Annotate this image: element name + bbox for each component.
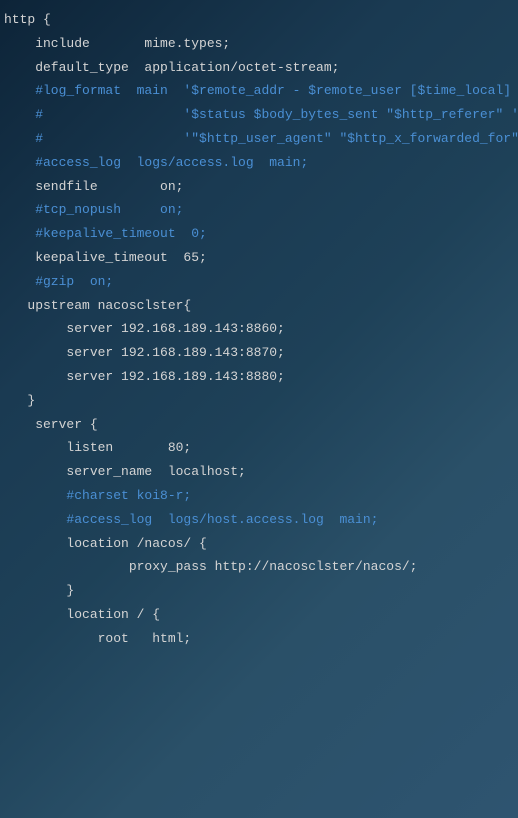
code-text: keepalive_timeout 65; [4,250,207,265]
code-line: server 192.168.189.143:8880; [0,365,518,389]
code-line: default_type application/octet-stream; [0,56,518,80]
code-line: listen 80; [0,436,518,460]
code-line: http { [0,8,518,32]
code-text: include mime.types; [4,36,230,51]
code-text: server 192.168.189.143:8870; [4,345,285,360]
code-line: server 192.168.189.143:8870; [0,341,518,365]
code-text: } [4,583,74,598]
code-text: location /nacos/ { [4,536,207,551]
nginx-config-code-block: http { include mime.types; default_type … [0,8,518,651]
code-text: server 192.168.189.143:8880; [4,369,285,384]
comment-text: #gzip on; [4,274,113,289]
code-text: proxy_pass http://nacosclster/nacos/; [4,559,417,574]
code-line: } [0,389,518,413]
code-line: server_name localhost; [0,460,518,484]
comment-text: #tcp_nopush on; [4,202,183,217]
code-text: default_type application/octet-stream; [4,60,339,75]
code-line: sendfile on; [0,175,518,199]
code-line: keepalive_timeout 65; [0,246,518,270]
code-line: root html; [0,627,518,651]
code-text: http { [4,12,51,27]
comment-text: # '$status $body_bytes_sent "$http_refer… [4,107,518,122]
comment-text: # '"$http_user_agent" "$http_x_forwarded… [4,131,518,146]
code-line: upstream nacosclster{ [0,294,518,318]
code-line: # '$status $body_bytes_sent "$http_refer… [0,103,518,127]
code-line: #keepalive_timeout 0; [0,222,518,246]
code-line: location / { [0,603,518,627]
code-line: #tcp_nopush on; [0,198,518,222]
comment-text: #access_log logs/access.log main; [4,155,308,170]
comment-text: #access_log logs/host.access.log main; [4,512,378,527]
code-text: server_name localhost; [4,464,246,479]
code-line: server 192.168.189.143:8860; [0,317,518,341]
code-line: #access_log logs/host.access.log main; [0,508,518,532]
code-text: server 192.168.189.143:8860; [4,321,285,336]
code-text: server { [4,417,98,432]
code-line: #charset koi8-r; [0,484,518,508]
comment-text: #charset koi8-r; [4,488,191,503]
code-text: } [4,393,35,408]
comment-text: #log_format main '$remote_addr - $remote… [4,83,518,98]
code-line: #gzip on; [0,270,518,294]
code-text: upstream nacosclster{ [4,298,191,313]
code-text: listen 80; [4,440,191,455]
comment-text: #keepalive_timeout 0; [4,226,207,241]
code-line: location /nacos/ { [0,532,518,556]
code-text: location / { [4,607,160,622]
code-line: include mime.types; [0,32,518,56]
code-line: server { [0,413,518,437]
code-line: #access_log logs/access.log main; [0,151,518,175]
code-text: root html; [4,631,191,646]
code-text: sendfile on; [4,179,183,194]
code-line: } [0,579,518,603]
code-line: proxy_pass http://nacosclster/nacos/; [0,555,518,579]
code-line: # '"$http_user_agent" "$http_x_forwarded… [0,127,518,151]
code-line: #log_format main '$remote_addr - $remote… [0,79,518,103]
